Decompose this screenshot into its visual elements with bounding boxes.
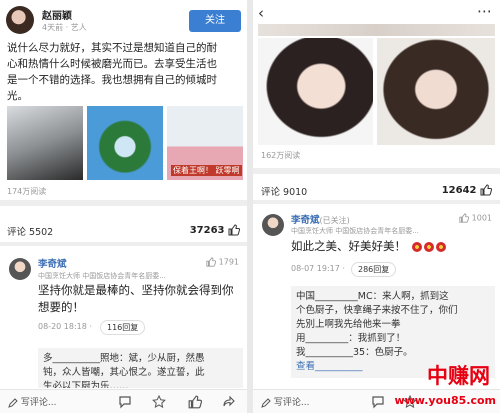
- star-icon[interactable]: [152, 395, 166, 409]
- more-options-icon[interactable]: ⋯: [477, 2, 492, 20]
- like-count[interactable]: 37263: [190, 224, 240, 236]
- post-text: 说什么尽力就好，其实不过是想知道自己的耐 心和热情什么时候被磨光而已。去享受生活…: [7, 40, 243, 104]
- post-image-2[interactable]: [377, 38, 495, 145]
- post-header: 赵丽颖 4天前 · 艺人 关注: [6, 6, 241, 36]
- comment-line: 想要的！: [38, 300, 84, 314]
- thumbs-up-icon: [459, 213, 470, 223]
- post-line: 是一个不错的选择。我也想拥有自己的倾城时: [7, 74, 217, 86]
- thumbs-up-icon[interactable]: [188, 395, 202, 409]
- pencil-icon: [8, 397, 18, 408]
- commenter-name[interactable]: 李奇斌(已关注): [291, 212, 350, 226]
- commenter-avatar[interactable]: [262, 214, 284, 236]
- reply-line: 生必以下厨为乐……: [43, 381, 129, 388]
- watermark-logo: 中赚网: [427, 364, 490, 388]
- reply-line: 我__________35：色厨子。: [296, 347, 413, 358]
- reply-count-button[interactable]: 286回复: [351, 262, 397, 277]
- comment-like[interactable]: 1791: [206, 257, 239, 267]
- comment-like[interactable]: 1001: [459, 213, 492, 223]
- read-count: 162万阅读: [261, 151, 301, 160]
- commenter-title: 中国烹饪大师 中国饭店协会青年名厨委...: [291, 227, 419, 235]
- watermark-url: www.you85.com: [394, 394, 496, 407]
- post-image-strip[interactable]: [258, 24, 495, 36]
- comment-text: 坚持你就是最棒的、坚持你就会得到你 想要的！: [38, 282, 243, 316]
- like-count[interactable]: 12642: [442, 184, 492, 196]
- comment-icon[interactable]: [118, 395, 132, 409]
- reply-count-button[interactable]: 116回复: [100, 320, 146, 335]
- reply-line: 钝，众人皆嘲，其心恨之。遂立誓，此: [43, 367, 205, 378]
- commenter-avatar[interactable]: [9, 258, 31, 280]
- rose-emoji-icon: [411, 241, 422, 252]
- comment-time: 08-07 19:17 ·: [291, 264, 345, 273]
- left-screen: 赵丽颖 4天前 · 艺人 关注 说什么尽力就好，其实不过是想知道自己的耐 心和热…: [0, 0, 247, 413]
- commenter-name[interactable]: 李奇斌: [38, 256, 67, 270]
- bottom-toolbar: 写评论...: [0, 389, 247, 413]
- reply-line: 个色厨子，快拿绳子来按不住了，你们: [296, 305, 458, 316]
- rose-emoji-icon: [423, 241, 434, 252]
- reply-line: 中国_________MC：来人啊，抓到这: [296, 291, 449, 302]
- comment-count[interactable]: 评论 5502: [7, 227, 53, 238]
- post-line: 说什么尽力就好，其实不过是想知道自己的耐: [7, 42, 217, 54]
- back-arrow-icon[interactable]: ‹: [258, 4, 264, 22]
- thumbs-up-icon: [206, 257, 217, 267]
- post-line: 心和热情什么时候被磨光而已。去享受生活也: [7, 58, 217, 70]
- write-comment-input[interactable]: 写评论...: [8, 395, 56, 408]
- reply-line: 用_________：我抓到了！: [296, 333, 406, 344]
- thumbs-up-icon: [228, 224, 240, 236]
- image-caption: 保着王啊！ 跃零啊: [171, 165, 242, 176]
- reply-preview[interactable]: 多__________照地：斌，少从厨，然愚 钝，众人皆嘲，其心恨之。遂立誓，此…: [38, 348, 243, 388]
- post-image-1[interactable]: [7, 106, 83, 180]
- section-divider: [0, 242, 247, 246]
- comment-bar: 评论 5502 37263: [7, 224, 240, 238]
- post-image-2[interactable]: [87, 106, 163, 180]
- comment-time: 08-20 18:18 ·: [38, 322, 92, 331]
- comment-line: 坚持你就是最棒的、坚持你就会得到你: [38, 283, 234, 297]
- author-name[interactable]: 赵丽颖: [42, 7, 72, 22]
- comment-count[interactable]: 评论 9010: [261, 187, 307, 198]
- rose-emoji-icon: [435, 241, 446, 252]
- thumbs-up-icon: [480, 184, 492, 196]
- share-icon[interactable]: [222, 395, 236, 409]
- post-image-1[interactable]: [258, 38, 373, 145]
- section-divider: [253, 200, 500, 204]
- write-comment-input[interactable]: 写评论...: [261, 395, 309, 408]
- author-avatar[interactable]: [6, 6, 34, 34]
- section-divider: [253, 168, 500, 174]
- reply-line: 多__________照地：斌，少从厨，然愚: [43, 353, 205, 364]
- post-line: 光。: [7, 90, 28, 102]
- pencil-icon: [261, 397, 271, 408]
- right-screen: ‹ ⋯ 162万阅读 评论 9010 12642 李奇斌(已关注) 中国烹饪大师…: [253, 0, 500, 413]
- comment-text: 如此之美、好美好美！: [291, 238, 446, 255]
- comment-bar: 评论 9010 12642: [261, 184, 492, 198]
- follow-button[interactable]: 关注: [189, 10, 241, 32]
- section-divider: [0, 200, 247, 206]
- commenter-title: 中国烹饪大师 中国饭店协会青年名厨委...: [38, 272, 166, 280]
- read-count: 174万阅读: [7, 187, 47, 196]
- reply-line: 先別上啊我先给他来一拳: [296, 319, 401, 330]
- author-meta: 4天前 · 艺人: [42, 23, 87, 32]
- comment-icon[interactable]: [371, 395, 385, 409]
- post-image-3[interactable]: 保着王啊！ 跃零啊: [167, 106, 243, 180]
- comment-line: 如此之美、好美好美！: [291, 239, 406, 253]
